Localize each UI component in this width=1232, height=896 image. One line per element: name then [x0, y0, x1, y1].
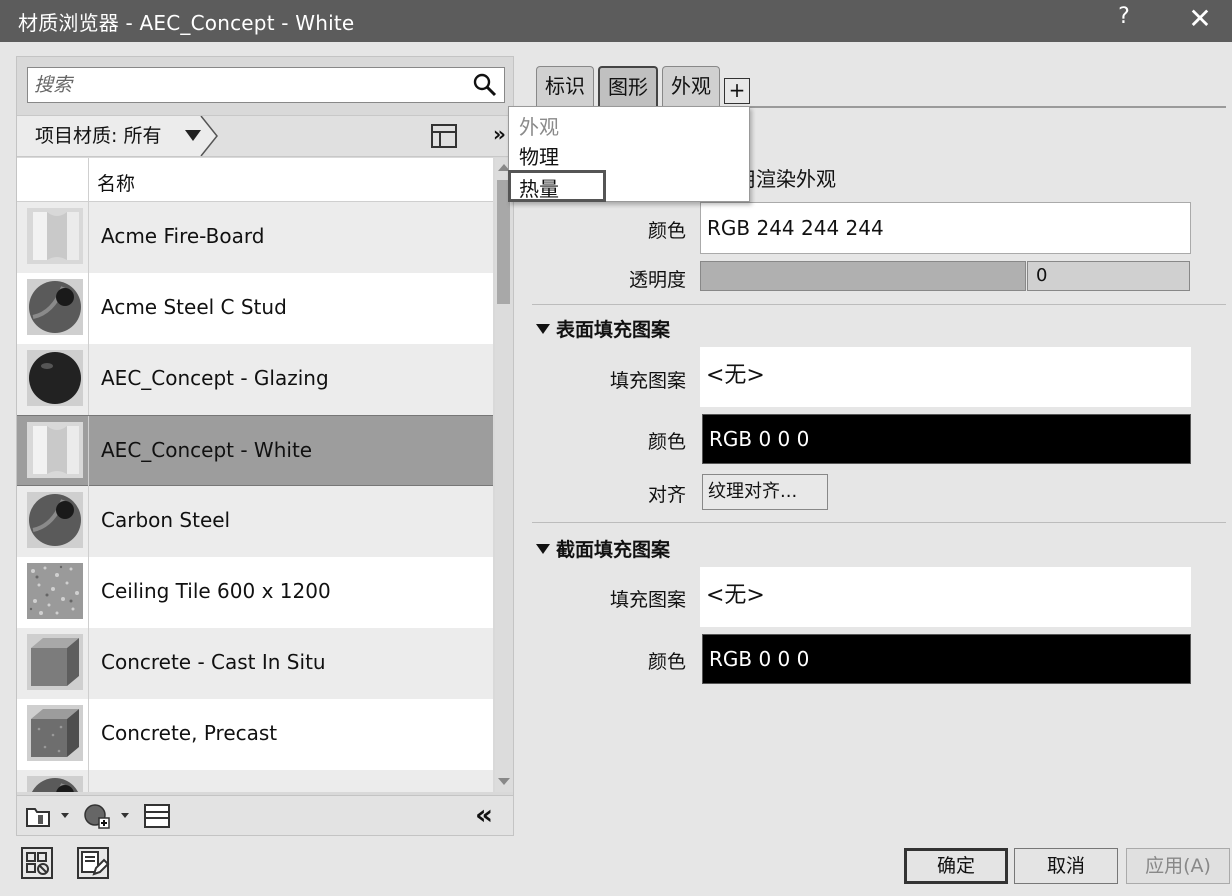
material-thumbnail — [27, 279, 83, 335]
material-thumbnail — [27, 208, 83, 264]
material-name: AEC_Concept - White — [101, 438, 313, 462]
chevron-down-icon[interactable] — [185, 130, 201, 141]
surface-pattern-section-header[interactable]: 表面填充图案 — [536, 315, 670, 342]
title-bar: 材质浏览器 - AEC_Concept - White ? ✕ — [0, 0, 1232, 42]
material-row[interactable]: AEC_Concept - Glazing — [17, 344, 493, 415]
material-name: Carbon Steel — [101, 508, 231, 532]
name-column-header[interactable]: 名称 — [97, 169, 135, 196]
surface-pattern-title: 表面填充图案 — [556, 319, 671, 341]
tab-graphics[interactable]: 图形 — [598, 66, 658, 106]
library-toolbar: « — [17, 795, 513, 835]
thumbnail-cell — [17, 770, 89, 792]
library-dropdown-icon[interactable] — [61, 813, 69, 818]
material-name: Ceiling Tile 600 x 1200 — [101, 579, 331, 603]
material-thumbnail — [27, 776, 83, 792]
tab-appearance[interactable]: 外观 — [662, 66, 720, 106]
help-button[interactable]: ? — [1112, 4, 1136, 29]
material-row[interactable]: AEC_Concept - White — [17, 415, 493, 487]
material-list: Acme Fire-Board Acme Steel C Stud AEC_Conc… — [17, 202, 493, 792]
transparency-slider[interactable] — [700, 261, 1026, 291]
thumbnail-cell — [17, 486, 89, 557]
toggle-library-pane-icon[interactable] — [431, 124, 457, 148]
thumbnail-cell — [17, 273, 89, 344]
thumbnail-cell — [17, 416, 89, 487]
more-options-button[interactable]: » — [493, 122, 506, 146]
material-list-panel: 项目材质: 所有 » 名称 Acme Fire-Board Acme Steel … — [16, 56, 514, 836]
section-divider — [532, 304, 1226, 305]
asset-browser-icon[interactable] — [143, 802, 171, 830]
list-scrollbar[interactable] — [495, 158, 513, 792]
tab-identity[interactable]: 标识 — [536, 66, 594, 106]
thumbnail-cell — [17, 202, 89, 273]
filter-bar: 项目材质: 所有 » — [17, 115, 513, 157]
material-thumbnail — [27, 634, 83, 690]
material-library-icon[interactable] — [20, 846, 54, 880]
material-thumbnail — [27, 705, 83, 761]
material-thumbnail — [27, 350, 83, 406]
cut-color-label: 颜色 — [647, 651, 686, 673]
surface-color-field[interactable]: RGB 0 0 0 — [702, 414, 1191, 464]
collapse-triangle-icon — [536, 544, 550, 554]
use-render-appearance-label[interactable]: 用渲染外观 — [736, 163, 836, 192]
cancel-button[interactable]: 取消 — [1014, 848, 1118, 884]
shading-color-field[interactable]: RGB 244 244 244 — [700, 202, 1191, 254]
collapse-library-button[interactable]: « — [475, 798, 493, 831]
shading-color-label: 颜色 — [647, 220, 686, 242]
thumbnail-column-header — [17, 158, 89, 202]
alignment-label: 对齐 — [647, 484, 686, 506]
menu-item-appearance: 外观 — [519, 115, 559, 139]
thumbnail-cell — [17, 628, 89, 699]
thumbnail-cell — [17, 557, 89, 628]
material-name: Concrete, Precast — [101, 721, 278, 745]
material-name: Concrete - Cast In Situ — [101, 650, 326, 674]
add-asset-tab-button[interactable]: + — [724, 78, 750, 104]
asset-type-menu: 外观 物理 热量 — [508, 106, 750, 202]
material-editor-icon[interactable] — [76, 846, 110, 880]
cut-color-field[interactable]: RGB 0 0 0 — [702, 634, 1191, 684]
material-name: Acme Fire-Board — [101, 224, 265, 248]
material-name: Acme Steel C Stud — [101, 295, 287, 319]
cut-pattern-label: 填充图案 — [609, 589, 686, 611]
create-material-icon[interactable] — [83, 802, 111, 830]
library-folder-icon[interactable] — [25, 802, 53, 830]
material-row[interactable]: Concrete, Precast — [17, 699, 493, 770]
scroll-down-icon[interactable] — [498, 778, 510, 785]
transparency-label: 透明度 — [628, 269, 686, 291]
surface-pattern-label: 填充图案 — [609, 370, 686, 392]
list-header: 名称 — [17, 158, 493, 202]
collapse-triangle-icon — [536, 324, 550, 334]
cut-pattern-field[interactable]: <无> — [700, 567, 1191, 627]
create-material-dropdown-icon[interactable] — [121, 813, 129, 818]
apply-button[interactable]: 应用(A) — [1126, 848, 1230, 884]
search-box — [27, 67, 505, 103]
thumbnail-cell — [17, 344, 89, 415]
thumbnail-cell — [17, 699, 89, 770]
cut-pattern-title: 截面填充图案 — [556, 539, 671, 561]
menu-item-physical[interactable]: 物理 — [519, 141, 559, 170]
material-row[interactable]: Ceiling Tile 600 x 1200 — [17, 557, 493, 628]
close-button[interactable]: ✕ — [1186, 2, 1214, 35]
material-row[interactable]: Acme Steel C Stud — [17, 273, 493, 344]
section-divider — [532, 522, 1226, 523]
material-name: AEC_Concept - Glazing — [101, 366, 329, 390]
material-row[interactable]: Carbon Steel — [17, 486, 493, 557]
cut-pattern-section-header[interactable]: 截面填充图案 — [536, 535, 670, 562]
surface-pattern-field[interactable]: <无> — [700, 347, 1191, 407]
material-row[interactable]: Acme Fire-Board — [17, 202, 493, 273]
ok-button[interactable]: 确定 — [904, 848, 1008, 884]
search-input[interactable] — [34, 71, 464, 99]
material-thumbnail — [27, 422, 83, 478]
material-thumbnail — [27, 563, 83, 619]
search-icon[interactable] — [472, 72, 498, 98]
texture-alignment-button[interactable]: 纹理对齐... — [702, 474, 828, 510]
transparency-value-field[interactable]: 0 — [1027, 261, 1190, 291]
material-thumbnail — [27, 492, 83, 548]
window-title: 材质浏览器 - AEC_Concept - White — [18, 11, 355, 35]
surface-color-label: 颜色 — [647, 431, 686, 453]
material-row[interactable] — [17, 770, 493, 792]
highlight-box — [508, 170, 606, 202]
material-row[interactable]: Concrete - Cast In Situ — [17, 628, 493, 699]
